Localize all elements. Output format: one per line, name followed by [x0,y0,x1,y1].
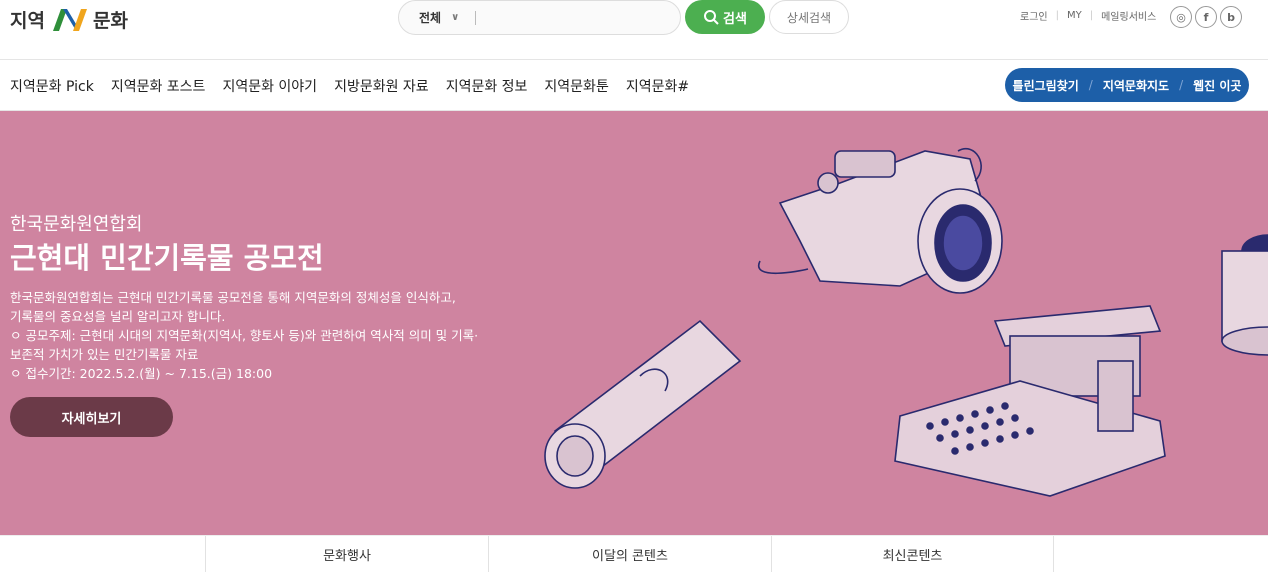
divider: / [1179,78,1184,92]
utility-links: 로그인 | MY | 메일링서비스 [1020,8,1156,23]
instagram-icon[interactable]: ◎ [1170,6,1192,28]
logo-text-left: 지역 [10,9,45,32]
logo-mark-icon [52,9,87,31]
search-button[interactable]: 검색 [685,0,765,34]
nav-item-post[interactable]: 지역문화 포스트 [111,76,206,96]
tab-monthly-content[interactable]: 이달의 콘텐츠 [488,536,771,572]
hero-banner: 한국문화원연합회 근현대 민간기록물 공모전 한국문화원연합회는 근현대 민간기… [0,111,1268,535]
jar-illustration [1221,234,1268,356]
content-tabs: 문화행사 이달의 콘텐츠 최신콘텐츠 [0,535,1268,572]
nav-item-pick[interactable]: 지역문화 Pick [10,76,94,96]
search-scope-label: 전체 [419,11,442,25]
search-icon [704,10,719,25]
mailing-link[interactable]: 메일링서비스 [1101,8,1156,23]
typewriter-illustration [894,305,1166,497]
detail-search-button[interactable]: 상세검색 [769,0,849,34]
nav-item-story[interactable]: 지역문화 이야기 [222,76,317,96]
scroll-illustration [544,319,742,489]
view-details-label: 자세히보기 [61,411,122,427]
login-link[interactable]: 로그인 [1020,8,1048,23]
site-logo[interactable]: 지역 문화 [10,4,128,34]
hero-desc-line: ㅇ 접수기간: 2022.5.2.(월) ~ 7.15.(금) 18:00 [10,366,273,381]
nav-item-toon[interactable]: 지역문화툰 [544,76,608,96]
nav-items: 지역문화 Pick 지역문화 포스트 지역문화 이야기 지방문화원 자료 지역문… [10,76,689,96]
view-details-button[interactable]: 자세히보기 [10,397,173,437]
hero-desc-line: 보존적 가치가 있는 민간기록물 자료 [10,347,199,362]
hero-title: 근현대 민간기록물 공모전 [10,241,324,275]
social-links: ◎ f b [1170,6,1242,28]
divider: / [1088,78,1093,92]
hero-desc-line: 한국문화원연합회는 근현대 민간기록물 공모전을 통해 지역문화의 정체성을 인… [10,290,456,305]
quick-link-map[interactable]: 지역문화지도 [1103,77,1169,94]
camera-illustration [757,148,1003,294]
tab-label: 최신콘텐츠 [882,548,943,564]
search-bar: 전체 ∨ [398,0,681,35]
chevron-down-icon: ∨ [451,12,460,23]
hero-description: 한국문화원연합회는 근현대 민간기록물 공모전을 통해 지역문화의 정체성을 인… [10,288,500,383]
logo-text-right: 문화 [92,9,128,32]
tab-latest-content[interactable]: 최신콘텐츠 [771,536,1054,572]
detail-search-label: 상세검색 [786,10,832,25]
nav-item-materials[interactable]: 지방문화원 자료 [334,76,429,96]
hero-organization: 한국문화원연합회 [10,214,143,235]
blog-icon[interactable]: b [1220,6,1242,28]
search-button-label: 검색 [723,11,747,27]
quick-links-pill: 틀린그림찾기 / 지역문화지도 / 웹진 이곳 [1005,68,1249,102]
hero-desc-line: ㅇ 공모주제: 근현대 시대의 지역문화(지역사, 향토사 등)와 관련하여 역… [10,328,479,343]
tab-label: 문화행사 [323,548,371,564]
facebook-icon[interactable]: f [1195,6,1217,28]
nav-item-hashtag[interactable]: 지역문화# [626,76,689,96]
nav-item-info[interactable]: 지역문화 정보 [446,76,528,96]
quick-link-spot-diff[interactable]: 틀린그림찾기 [1013,77,1079,94]
hero-desc-line: 기록물의 중요성을 널리 알리고자 합니다. [10,309,226,324]
divider: | [1055,10,1059,21]
top-bar: 지역 문화 전체 ∨ 검색 상세검색 로그인 | MY | 메일링서비스 ◎ f… [0,0,1268,60]
my-link[interactable]: MY [1067,10,1082,21]
search-scope-select[interactable]: 전체 ∨ [419,9,475,26]
tab-culture-events[interactable]: 문화행사 [205,536,488,572]
tab-label: 이달의 콘텐츠 [592,548,668,564]
quick-link-webzine[interactable]: 웹진 이곳 [1193,77,1241,94]
divider: | [1089,10,1094,21]
main-nav: 지역문화 Pick 지역문화 포스트 지역문화 이야기 지방문화원 자료 지역문… [0,60,1268,111]
search-input[interactable] [475,10,665,25]
